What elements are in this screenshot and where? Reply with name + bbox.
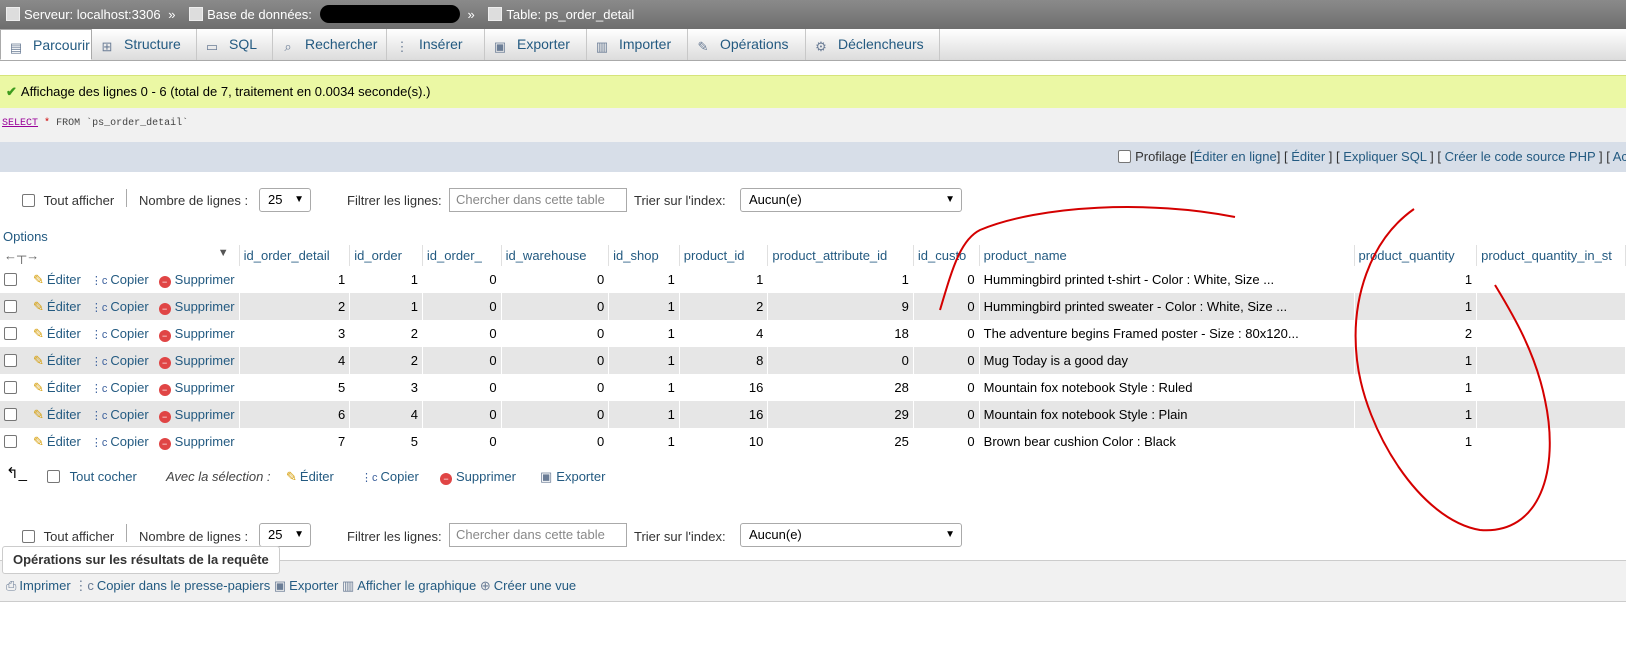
annotation-circle [1354, 208, 1551, 532]
annotation-stroke [939, 206, 1236, 311]
red-annotation-overlay [939, 206, 1551, 532]
